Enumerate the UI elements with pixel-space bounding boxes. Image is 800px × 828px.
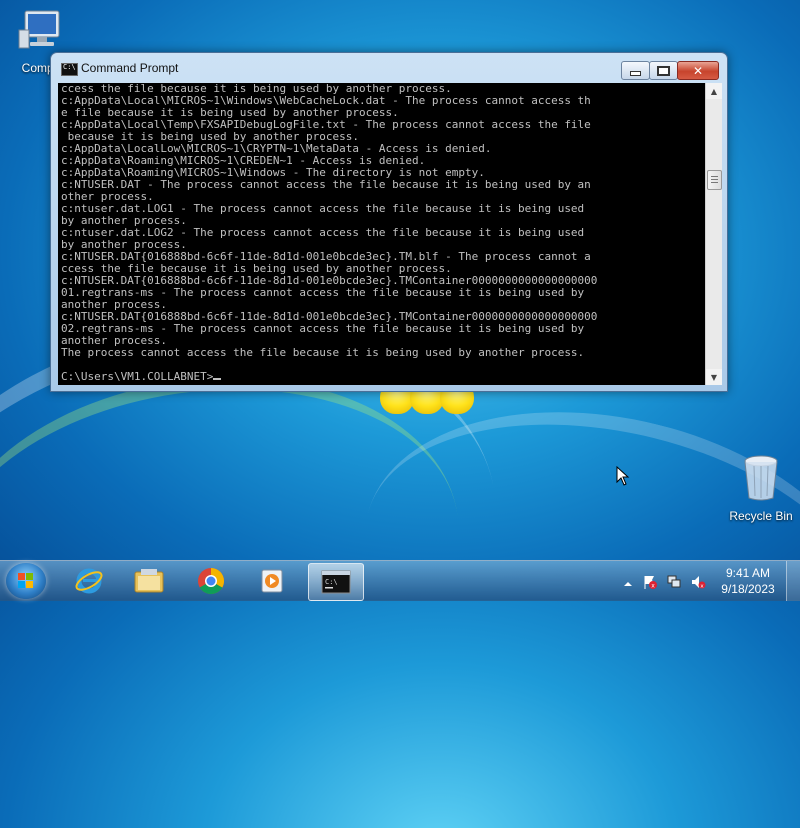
network-icon[interactable] xyxy=(666,574,681,588)
scrollbar-thumb[interactable] xyxy=(707,170,722,190)
folder-icon xyxy=(134,569,164,593)
recycle-bin-icon xyxy=(744,455,778,501)
windows-logo-icon xyxy=(18,573,34,589)
vertical-scrollbar[interactable]: ▲ ▼ xyxy=(705,83,722,385)
mouse-pointer-icon xyxy=(616,466,630,486)
svg-text:C:\: C:\ xyxy=(325,578,338,586)
console-text: ccess the file because it is being used … xyxy=(61,83,597,383)
chrome-icon xyxy=(198,568,225,595)
clock-date: 9/18/2023 xyxy=(721,582,775,596)
maximize-icon xyxy=(657,65,670,76)
media-player-icon xyxy=(261,569,283,593)
taskbar: C:\ x x 9:41 AM 9/18/2023 xyxy=(0,560,800,601)
command-prompt-icon: C:\ xyxy=(61,63,78,76)
command-prompt-window[interactable]: C:\ Command Prompt ✕ ccess the file beca… xyxy=(50,52,728,392)
maximize-button[interactable] xyxy=(649,61,678,80)
show-desktop-button[interactable] xyxy=(786,561,800,601)
window-title: Command Prompt xyxy=(81,61,179,75)
close-icon: ✕ xyxy=(692,63,704,78)
svg-text:x: x xyxy=(651,583,655,590)
window-titlebar[interactable]: C:\ Command Prompt ✕ xyxy=(51,53,727,83)
close-button[interactable]: ✕ xyxy=(677,61,719,80)
action-center-flag-icon[interactable]: x xyxy=(642,574,657,590)
desktop-icon-recycle-bin[interactable]: Recycle Bin xyxy=(724,454,798,523)
computer-icon xyxy=(18,10,60,49)
start-button[interactable] xyxy=(6,563,46,599)
minimize-button[interactable] xyxy=(621,61,650,80)
taskbar-internet-explorer[interactable] xyxy=(62,563,116,599)
clock-time: 9:41 AM xyxy=(725,566,771,580)
internet-explorer-icon xyxy=(75,568,103,594)
command-prompt-icon: C:\ xyxy=(321,570,351,594)
system-clock[interactable]: 9:41 AM 9/18/2023 xyxy=(718,565,778,597)
scroll-down-arrow-icon[interactable]: ▼ xyxy=(706,369,722,385)
taskbar-chrome[interactable] xyxy=(184,563,238,599)
console-line: C:\Users\VM1.COLLABNET> xyxy=(61,370,214,383)
desktop-icon-label: Recycle Bin xyxy=(729,509,793,523)
taskbar-file-explorer[interactable] xyxy=(122,563,176,599)
volume-muted-icon[interactable]: x xyxy=(690,574,706,589)
show-hidden-icons-chevron-icon[interactable] xyxy=(622,575,636,589)
taskbar-media-player[interactable] xyxy=(244,563,298,599)
taskbar-command-prompt[interactable]: C:\ xyxy=(308,563,364,601)
scroll-up-arrow-icon[interactable]: ▲ xyxy=(706,83,722,99)
minimize-icon xyxy=(630,71,641,76)
console-line: The process cannot access the file becau… xyxy=(61,346,585,359)
text-cursor xyxy=(213,378,222,380)
console-output[interactable]: ccess the file because it is being used … xyxy=(58,83,705,385)
